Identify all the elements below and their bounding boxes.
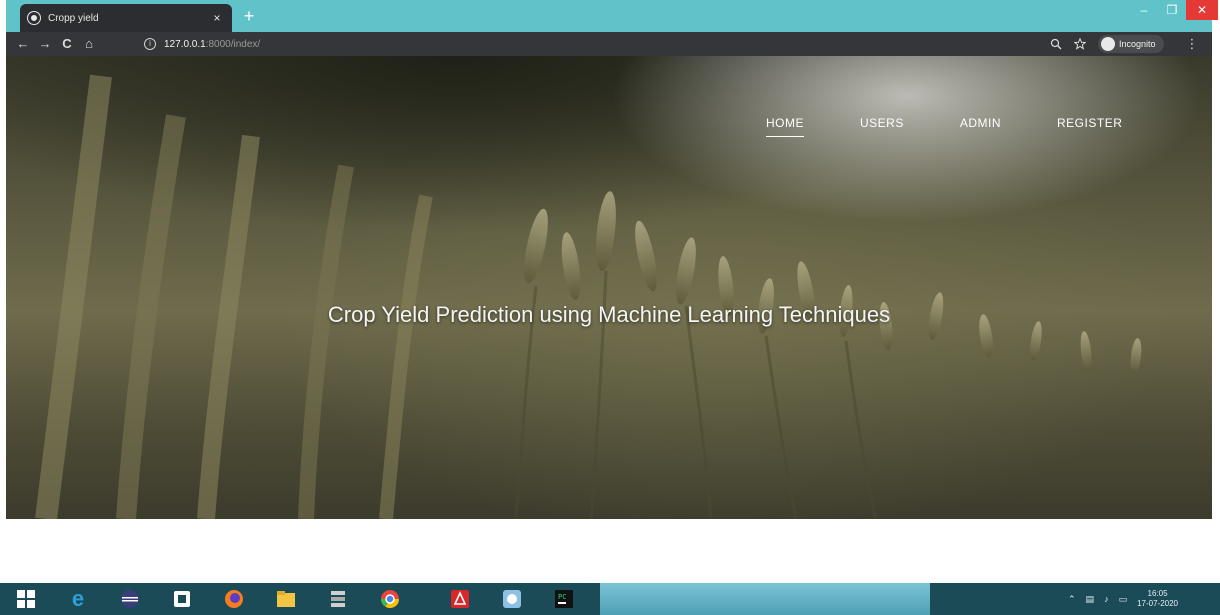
acrobat-icon[interactable] [448,587,472,611]
nav-users-link[interactable]: USERS [860,116,904,137]
clock-time: 16:05 [1147,589,1168,598]
hero-banner: HOME USERS ADMIN REGISTER Crop Yield Pre… [6,56,1212,519]
close-window-button[interactable]: ✕ [1186,0,1218,20]
address-bar[interactable]: i 127.0.0.1 :8000/index/ [144,35,1050,53]
firefox-icon[interactable] [222,587,246,611]
browser-menu-button[interactable]: ⋮ [1186,36,1199,52]
taskbar-clock[interactable]: 16:05 17-07-2020 [1137,589,1178,609]
nav-home-link[interactable]: HOME [766,116,804,137]
home-button[interactable]: ⌂ [78,33,100,55]
windows-taskbar: e PC ⌃ ▤ ♪ ▭ 16:05 17-07-2020 [0,583,1220,615]
battery-icon[interactable]: ▭ [1119,594,1128,605]
database-icon[interactable] [326,587,350,611]
taskbar-active-window-area [600,583,930,615]
site-info-icon[interactable]: i [144,38,156,50]
minimize-button[interactable]: – [1130,0,1158,20]
app-icon[interactable] [500,587,524,611]
volume-icon[interactable]: ♪ [1104,594,1109,604]
nav-admin-link[interactable]: ADMIN [960,116,1001,137]
tab-close-icon[interactable]: × [210,11,224,25]
browser-tab[interactable]: Cropp yield × [20,4,232,32]
zoom-icon[interactable] [1050,38,1062,50]
pycharm-icon[interactable]: PC [552,587,576,611]
system-tray: ⌃ ▤ ♪ ▭ 16:05 17-07-2020 [1068,587,1178,611]
reload-button[interactable]: C [56,33,78,55]
url-host: 127.0.0.1 [164,38,206,50]
tab-title: Cropp yield [48,12,99,24]
maximize-button[interactable]: ❐ [1158,0,1186,20]
browser-tab-strip: Cropp yield × + – ❐ ✕ [6,0,1218,32]
browser-toolbar: ← → C ⌂ i 127.0.0.1 :8000/index/ Incogni… [6,32,1212,56]
back-button[interactable]: ← [12,33,34,55]
incognito-label: Incognito [1119,39,1156,49]
star-icon[interactable] [1074,38,1086,50]
main-nav: HOME USERS ADMIN REGISTER [766,116,1178,137]
network-icon[interactable]: ▤ [1086,594,1095,605]
url-path: :8000/index/ [205,38,261,50]
start-icon[interactable] [14,587,38,611]
clock-date: 17-07-2020 [1137,599,1178,608]
forward-button[interactable]: → [34,33,56,55]
tray-overflow-icon[interactable]: ⌃ [1068,594,1076,605]
chrome-icon[interactable] [378,587,402,611]
office-icon[interactable] [170,587,194,611]
incognito-badge[interactable]: Incognito [1098,35,1164,53]
file-explorer-icon[interactable] [274,587,298,611]
new-tab-button[interactable]: + [240,7,258,25]
hero-title: Crop Yield Prediction using Machine Lear… [327,302,891,327]
internet-explorer-icon[interactable]: e [66,586,90,611]
desktop-screen: Cropp yield × + – ❐ ✕ ← → C ⌂ i 127.0.0.… [0,0,1220,615]
svg-text:PC: PC [558,593,566,601]
incognito-icon [1101,37,1115,51]
nav-register-link[interactable]: REGISTER [1057,116,1122,137]
eclipse-icon[interactable] [118,587,142,611]
tab-favicon-icon [28,12,40,24]
